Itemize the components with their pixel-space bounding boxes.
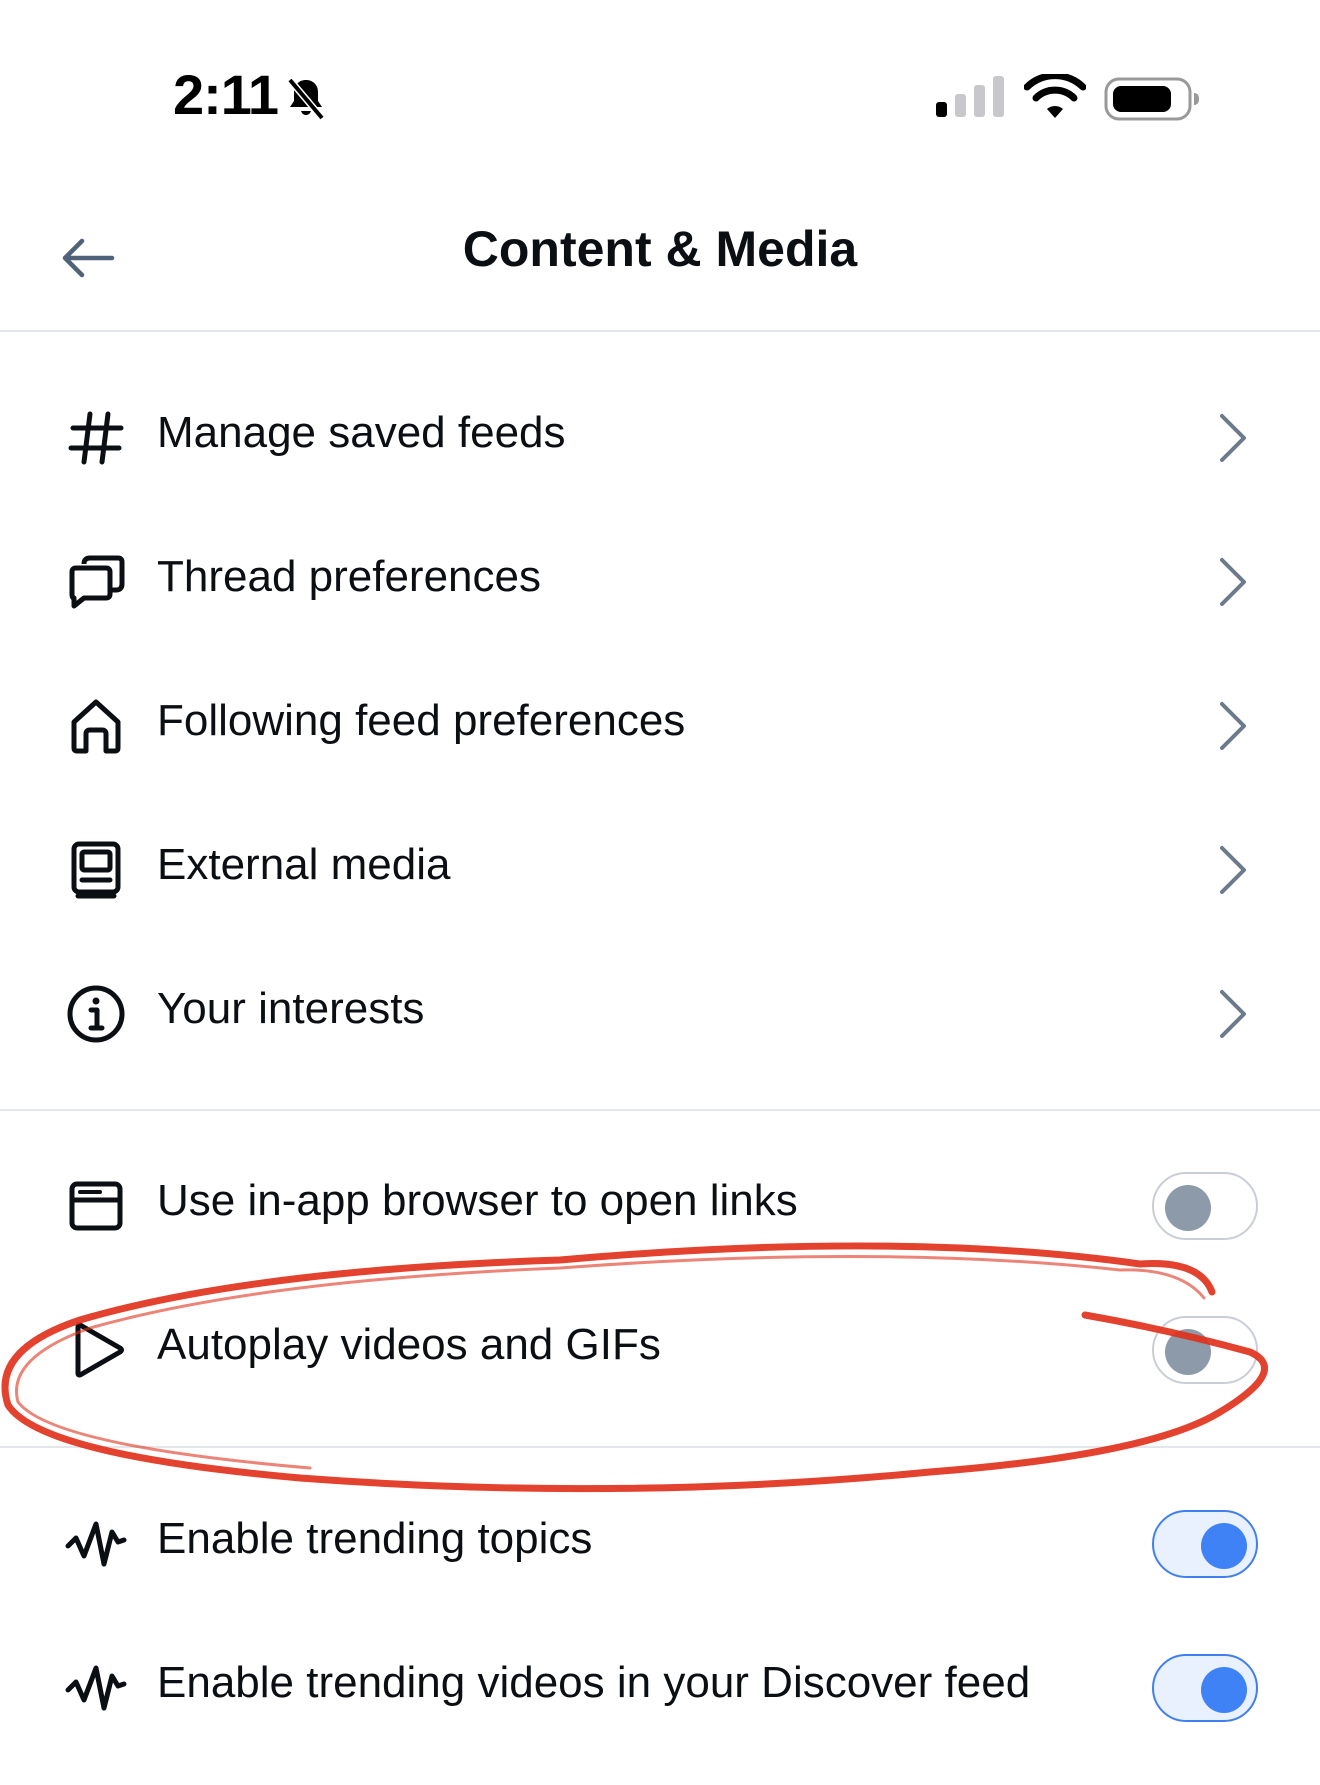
header-bar: Content & Media xyxy=(0,190,1320,332)
toggle-label: Enable trending topics xyxy=(157,1514,593,1563)
toggle-row-trending-topics: Enable trending topics xyxy=(0,1472,1320,1616)
toggle-row-in-app-browser: Use in-app browser to open links xyxy=(0,1134,1320,1278)
chat-bubbles-icon xyxy=(69,555,125,609)
nav-item-label: Following feed preferences xyxy=(157,696,686,745)
chevron-right-icon xyxy=(1220,846,1246,894)
toggle-label: Use in-app browser to open links xyxy=(157,1176,798,1225)
nav-item-label: Your interests xyxy=(157,984,425,1033)
toggle-knob xyxy=(1165,1329,1211,1375)
play-icon xyxy=(75,1322,124,1378)
trending-icon xyxy=(65,1521,127,1567)
toggle-label: Autoplay videos and GIFs xyxy=(157,1320,661,1369)
toggle-knob xyxy=(1201,1523,1247,1569)
nav-item-label: Manage saved feeds xyxy=(157,408,566,457)
info-circle-icon xyxy=(67,985,125,1043)
wifi-icon xyxy=(1024,74,1086,118)
trending-icon xyxy=(65,1665,127,1711)
section-divider xyxy=(0,1446,1320,1448)
status-time: 2:11 xyxy=(173,63,279,126)
browser-window-icon xyxy=(69,1181,123,1231)
toggle-knob xyxy=(1165,1185,1211,1231)
trending-videos-toggle[interactable] xyxy=(1152,1654,1258,1722)
autoplay-toggle[interactable] xyxy=(1152,1316,1258,1384)
toggle-knob xyxy=(1201,1667,1247,1713)
home-icon xyxy=(71,699,121,754)
status-bar: 2:11 xyxy=(0,0,1320,160)
trending-topics-toggle[interactable] xyxy=(1152,1510,1258,1578)
toggle-row-autoplay: Autoplay videos and GIFs xyxy=(0,1278,1320,1422)
nav-item-label: Thread preferences xyxy=(157,552,541,601)
section-divider xyxy=(0,1109,1320,1111)
chevron-right-icon xyxy=(1220,414,1246,462)
cellular-signal-icon xyxy=(936,76,1004,117)
bell-slash-icon xyxy=(287,77,325,121)
toggle-row-trending-videos: Enable trending videos in your Discover … xyxy=(0,1616,1320,1760)
toggle-label: Enable trending videos in your Discover … xyxy=(157,1658,1031,1707)
nav-item-manage-saved-feeds[interactable]: Manage saved feeds xyxy=(0,366,1320,510)
nav-item-thread-preferences[interactable]: Thread preferences xyxy=(0,510,1320,654)
in-app-browser-toggle[interactable] xyxy=(1152,1172,1258,1240)
nav-item-following-feed-preferences[interactable]: Following feed preferences xyxy=(0,654,1320,798)
chevron-right-icon xyxy=(1220,558,1246,606)
nav-item-your-interests[interactable]: Your interests xyxy=(0,942,1320,1086)
nav-item-external-media[interactable]: External media xyxy=(0,798,1320,942)
media-player-icon xyxy=(71,841,121,899)
chevron-right-icon xyxy=(1220,702,1246,750)
nav-item-label: External media xyxy=(157,840,451,889)
battery-icon xyxy=(1104,77,1199,121)
page-title: Content & Media xyxy=(462,221,858,277)
hashtag-icon xyxy=(68,411,124,465)
chevron-right-icon xyxy=(1220,990,1246,1038)
